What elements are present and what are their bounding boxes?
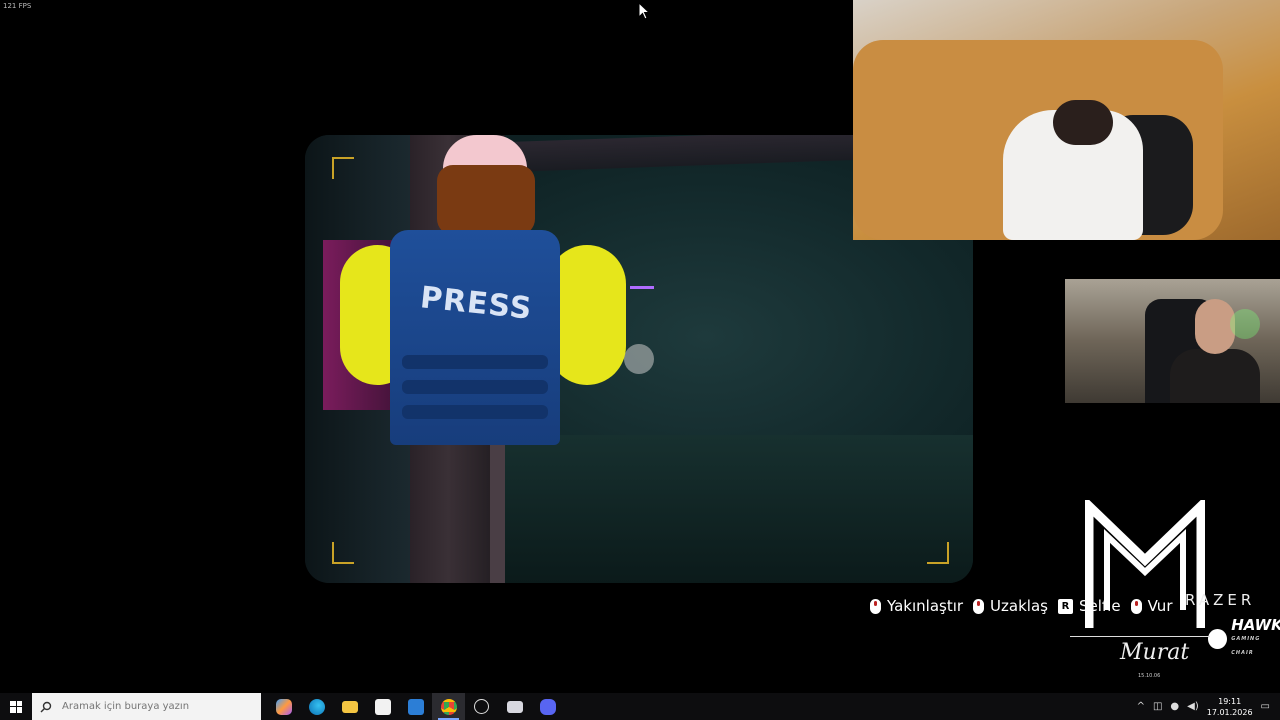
discord-icon[interactable] bbox=[531, 693, 564, 720]
viewfinder-corner-bottom-left bbox=[332, 542, 354, 564]
hawk-logo: HAWK GAMING CHAIR bbox=[1208, 618, 1280, 660]
avatar-hair bbox=[437, 165, 535, 235]
vest-label: PRESS bbox=[418, 280, 534, 327]
taskbar-apps bbox=[267, 693, 564, 720]
system-tray: ^ ◫ ● ◀) 19:11 17.01.2026 ▭ bbox=[1137, 693, 1280, 720]
signature-date: 15.10.06 bbox=[1138, 673, 1161, 679]
avatar-press-vest: PRESS bbox=[390, 230, 560, 445]
file-explorer-icon[interactable] bbox=[333, 693, 366, 720]
edge-icon[interactable] bbox=[300, 693, 333, 720]
webcam-overlay-top bbox=[853, 0, 1280, 240]
clock-time: 19:11 bbox=[1218, 696, 1242, 706]
store-icon[interactable] bbox=[366, 693, 399, 720]
notification-icon[interactable]: ▭ bbox=[1261, 701, 1270, 712]
taskbar-search[interactable] bbox=[32, 693, 261, 720]
divider bbox=[1070, 636, 1210, 637]
vest-strap bbox=[402, 380, 548, 394]
vest-strap bbox=[402, 405, 548, 419]
chrome-icon[interactable] bbox=[432, 693, 465, 720]
windows-logo-icon bbox=[10, 700, 22, 713]
hawk-emblem-icon bbox=[1208, 629, 1228, 649]
vest-strap bbox=[402, 355, 548, 369]
razer-logo: RAZER bbox=[1185, 591, 1256, 609]
mouse-icon bbox=[870, 598, 881, 614]
r-key-icon: R bbox=[1057, 598, 1073, 614]
start-button[interactable] bbox=[0, 693, 32, 720]
mail-icon[interactable] bbox=[399, 693, 432, 720]
volume-icon[interactable]: ◀) bbox=[1187, 701, 1199, 712]
streamer-body bbox=[1170, 349, 1260, 403]
mouse-icon bbox=[973, 598, 985, 614]
person-hair bbox=[1053, 100, 1113, 145]
signature: Murat bbox=[1120, 640, 1190, 665]
file-icon[interactable] bbox=[498, 693, 531, 720]
control-label: Yakınlaştır bbox=[887, 597, 964, 615]
clock-date: 17.01.2026 bbox=[1206, 707, 1253, 717]
windows-taskbar: ^ ◫ ● ◀) 19:11 17.01.2026 ▭ bbox=[0, 693, 1280, 720]
clock[interactable]: 19:11 17.01.2026 bbox=[1207, 696, 1253, 718]
control-hint-zoom-out: Uzaklaş bbox=[973, 597, 1048, 615]
viewfinder-corner-bottom-right bbox=[927, 542, 949, 564]
streamer-head bbox=[1195, 299, 1235, 354]
search-input[interactable] bbox=[60, 700, 254, 713]
chevron-up-icon[interactable]: ^ bbox=[1137, 701, 1145, 712]
microphone-icon[interactable]: ● bbox=[1170, 701, 1179, 712]
streamer-logo-icon bbox=[1084, 495, 1206, 630]
obs-icon[interactable] bbox=[465, 693, 498, 720]
razer-logo-glow bbox=[1230, 309, 1260, 339]
network-icon[interactable]: ◫ bbox=[1153, 701, 1162, 712]
fps-counter: 121 FPS bbox=[3, 2, 32, 10]
copilot-icon[interactable] bbox=[267, 693, 300, 720]
control-hint-zoom-in: Yakınlaştır bbox=[870, 597, 963, 615]
streamer-webcam bbox=[1065, 279, 1280, 403]
player-avatar: PRESS bbox=[340, 135, 640, 445]
search-icon bbox=[40, 701, 52, 712]
control-label: Uzaklaş bbox=[990, 597, 1048, 615]
floor bbox=[505, 435, 973, 583]
hawk-subtitle: GAMING CHAIR bbox=[1231, 636, 1261, 656]
